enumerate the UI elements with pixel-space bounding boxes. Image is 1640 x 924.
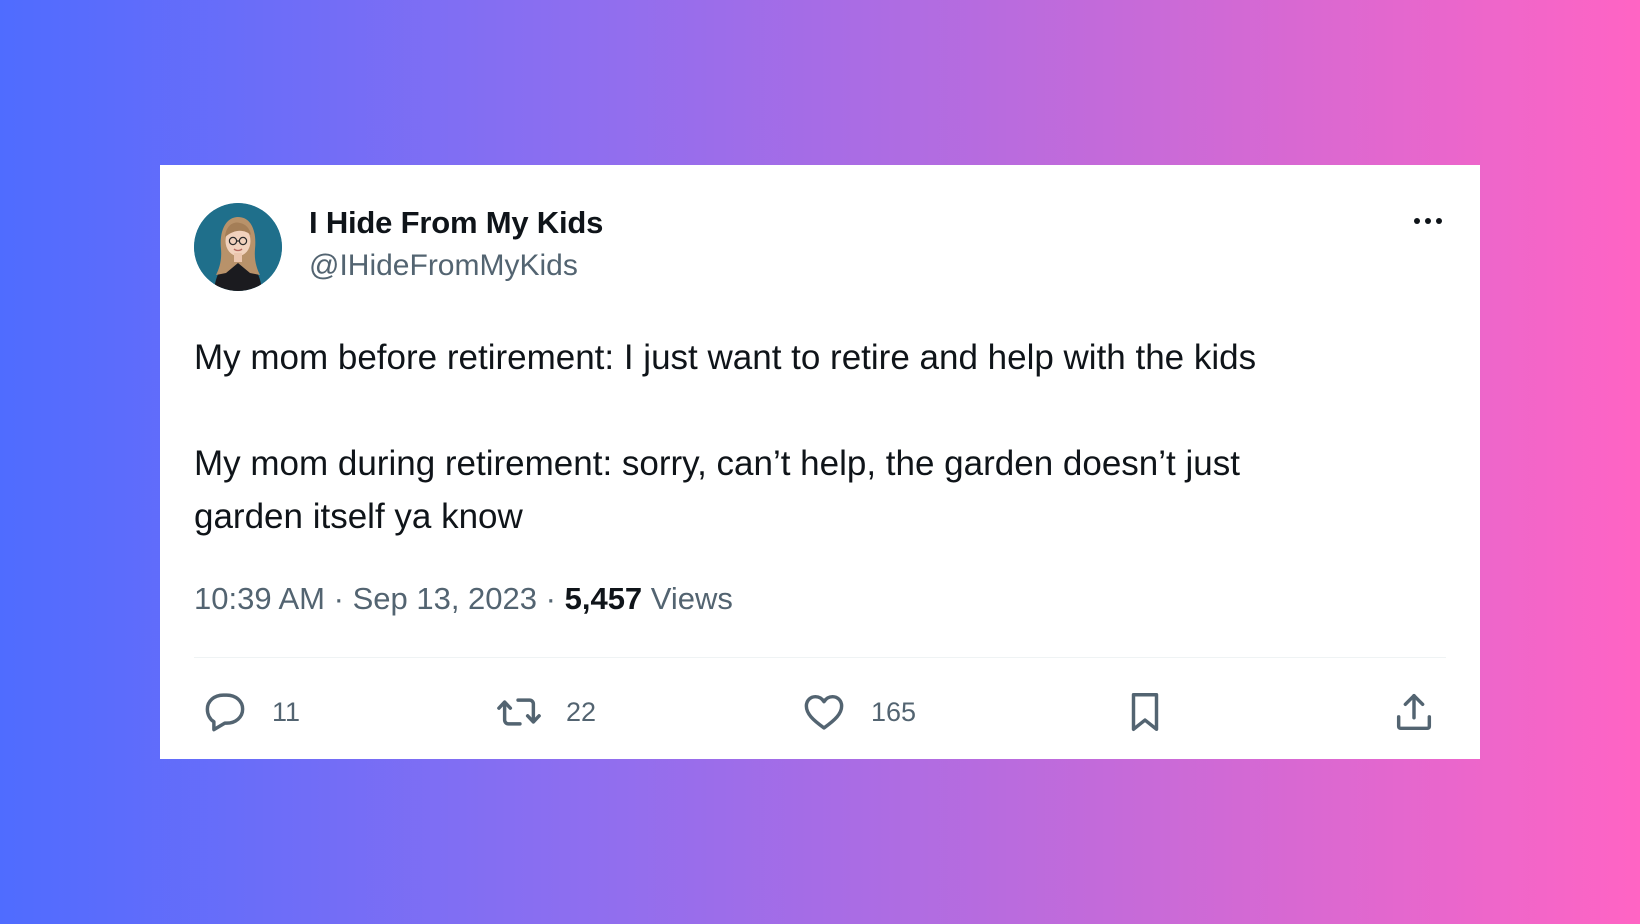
display-name[interactable]: I Hide From My Kids <box>309 205 603 241</box>
tweet-text-line: garden itself ya know <box>194 497 523 536</box>
tweet-time[interactable]: 10:39 AM <box>194 581 325 616</box>
tweet-card: I Hide From My Kids @IHideFromMyKids My … <box>160 165 1480 759</box>
user-handle[interactable]: @IHideFromMyKids <box>309 249 578 283</box>
retweet-button[interactable]: 22 <box>496 689 596 735</box>
bookmark-button[interactable] <box>1122 689 1168 735</box>
divider <box>194 657 1446 658</box>
like-button[interactable]: 165 <box>801 689 916 735</box>
meta-separator: · <box>545 581 556 616</box>
share-upload-icon <box>1396 693 1432 731</box>
retweet-count: 22 <box>566 696 597 727</box>
tweet-date[interactable]: Sep 13, 2023 <box>353 581 537 616</box>
bookmark-icon <box>1131 693 1159 731</box>
views-count: 5,457 <box>564 581 643 616</box>
reply-bubble-icon <box>205 693 245 732</box>
share-button[interactable] <box>1391 689 1437 735</box>
reply-count: 11 <box>272 696 301 727</box>
tweet-text-line: My mom before retirement: I just want to… <box>194 338 1257 377</box>
reply-button[interactable]: 11 <box>202 689 300 735</box>
avatar-portrait-image <box>194 203 282 291</box>
views-label: Views <box>650 581 733 616</box>
retweet-arrows-icon <box>497 698 541 726</box>
tweet-text-line: My mom during retirement: sorry, can’t h… <box>194 444 1240 483</box>
heart-icon <box>804 694 844 730</box>
more-dot <box>1425 218 1431 224</box>
more-dot <box>1436 218 1442 224</box>
tweet-metadata: 10:39 AM · Sep 13, 2023 · 5,457 Views <box>194 581 733 617</box>
like-count: 165 <box>871 696 917 727</box>
more-options-button[interactable] <box>1404 209 1452 233</box>
avatar[interactable] <box>194 203 282 291</box>
more-dot <box>1414 218 1420 224</box>
meta-separator: · <box>333 581 344 616</box>
